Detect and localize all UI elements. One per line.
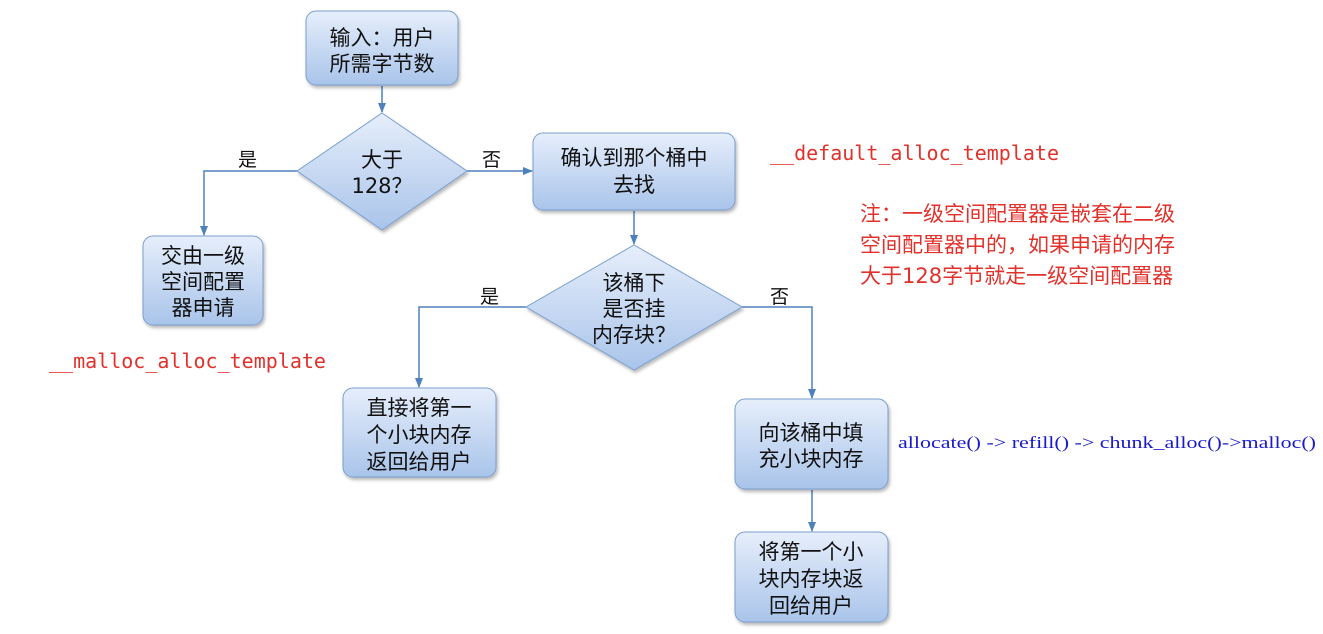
annotation-call-chain: allocate() -> refill() -> chunk_alloc()-… bbox=[898, 433, 1316, 452]
decision-block-line-3: 内存块？ bbox=[592, 323, 676, 347]
node-find-bucket: 确认到那个桶中 去找 bbox=[532, 132, 736, 211]
edge-label-yes-left-2: 是 bbox=[480, 286, 499, 308]
edge-decision2-no-to-refill bbox=[742, 306, 816, 399]
node-input: 输入：用户 所需字节数 bbox=[305, 10, 459, 86]
edge-label-yes-left: 是 bbox=[238, 149, 257, 171]
decision-128-line-1: 大于 bbox=[361, 148, 403, 172]
decision-block-line-2: 是否挂 bbox=[603, 297, 666, 321]
node-return-after-line-2: 块内存块返 bbox=[759, 567, 864, 591]
edge-label-no-right-2: 否 bbox=[770, 286, 789, 308]
decision-greater-than-128: 大于 128？ bbox=[296, 112, 468, 231]
node-refill-line-2: 充小块内存 bbox=[759, 447, 864, 471]
edge-label-no-right: 否 bbox=[482, 149, 501, 171]
node-return-direct: 直接将第一 个小块内存 返回给用户 bbox=[342, 387, 497, 478]
node-return-after-line-3: 回给用户 bbox=[769, 594, 853, 618]
flowchart: 输入：用户 所需字节数 大于 128？ 交由一级 空间配置 器申请 确认到那个桶… bbox=[49, 10, 1316, 623]
decision-block-attached: 该桶下 是否挂 内存块？ bbox=[525, 244, 743, 371]
note-line-3: 大于128字节就走一级空间配置器 bbox=[860, 264, 1173, 288]
edge-decision2-yes-to-return bbox=[415, 306, 526, 388]
note-line-1: 注：一级空间配置器是嵌套在二级 bbox=[860, 202, 1175, 226]
node-level1-line-1: 交由一级 bbox=[161, 244, 245, 268]
node-find-bucket-line-1: 确认到那个桶中 bbox=[561, 146, 708, 170]
node-refill: 向该桶中填 充小块内存 bbox=[734, 398, 889, 490]
annotation-default-alloc-template: __default_alloc_template bbox=[770, 141, 1059, 165]
node-return-after-line-1: 将第一个小 bbox=[759, 540, 864, 564]
decision-128-line-2: 128？ bbox=[351, 174, 412, 198]
node-input-line-1: 输入：用户 bbox=[330, 26, 435, 50]
annotation-malloc-alloc-template: __malloc_alloc_template bbox=[49, 349, 326, 373]
node-level1-line-2: 空间配置 bbox=[161, 270, 245, 294]
node-level1-line-3: 器申请 bbox=[172, 296, 235, 320]
node-return-direct-line-3: 返回给用户 bbox=[367, 450, 472, 474]
node-refill-line-1: 向该桶中填 bbox=[759, 421, 864, 445]
node-find-bucket-line-2: 去找 bbox=[613, 173, 655, 197]
node-return-after-refill: 将第一个小 块内存块返 回给用户 bbox=[734, 531, 889, 623]
node-return-direct-line-2: 个小块内存 bbox=[367, 423, 472, 447]
edge-decision-yes-to-level1 bbox=[200, 170, 297, 236]
decision-block-line-1: 该桶下 bbox=[603, 271, 666, 295]
note-line-2: 空间配置器中的，如果申请的内存 bbox=[860, 233, 1175, 257]
node-level1-allocator: 交由一级 空间配置 器申请 bbox=[142, 235, 264, 326]
node-input-line-2: 所需字节数 bbox=[330, 52, 435, 76]
node-return-direct-line-1: 直接将第一 bbox=[367, 396, 472, 420]
